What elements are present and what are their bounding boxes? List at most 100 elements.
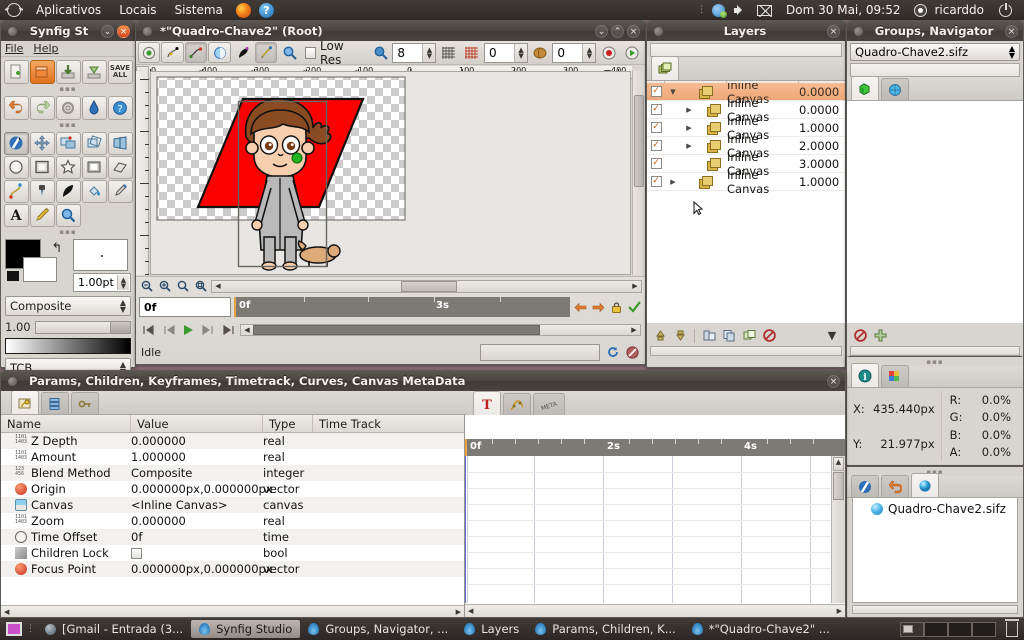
raw-preview-button[interactable] — [161, 42, 184, 63]
timebar-scrollbar[interactable]: ◀ ▶ — [240, 324, 641, 336]
user-avatar-icon[interactable] — [914, 3, 928, 17]
table-row[interactable]: Focus Point 0.000000px,0.000000px vector — [1, 561, 464, 577]
power-icon[interactable] — [999, 2, 1012, 17]
zoom-out-icon[interactable] — [139, 279, 154, 294]
low-res-toggle[interactable]: Low Res — [302, 39, 368, 67]
sketch-tool[interactable] — [29, 203, 55, 227]
lock-keyframe-icon[interactable] — [609, 300, 624, 315]
timebar[interactable]: 0f 3s — [234, 297, 570, 317]
taskbar-item-canvas[interactable]: *"Quadro-Chave2" ... — [684, 620, 838, 638]
seek-end-icon[interactable] — [220, 323, 236, 338]
scrollbar-thumb[interactable] — [253, 325, 541, 335]
table-row[interactable]: 1101 1403 Zoom 0.000000 real — [1, 513, 464, 529]
tab-info[interactable]: i — [851, 363, 879, 387]
zoom-canvas-icon[interactable] — [278, 42, 300, 63]
workspace-4[interactable] — [972, 621, 996, 637]
help-button[interactable]: ? — [107, 95, 133, 120]
expander-icon[interactable]: ▶ — [665, 178, 681, 186]
opacity-slider[interactable]: 1.00 — [5, 320, 131, 334]
copy-layer-icon[interactable] — [721, 328, 737, 343]
table-row[interactable]: 123 456 Blend Method Composite integer — [1, 465, 464, 481]
redo-button[interactable] — [29, 95, 55, 120]
list-item[interactable]: Quadro-Chave2.sifz — [857, 502, 1013, 516]
groups-hscrollbar[interactable] — [850, 346, 1020, 356]
onion-skin-icon[interactable] — [529, 42, 551, 63]
layer-enabled-checkbox[interactable]: ✓ — [650, 176, 662, 187]
fill-tool[interactable] — [81, 179, 107, 203]
table-row[interactable]: ✓ ▶ Inline Canvas 1.0000 — [647, 168, 845, 196]
volume-icon[interactable] — [734, 4, 747, 17]
taskbar-item-gmail[interactable]: [Gmail - Entrada (3... — [37, 620, 191, 638]
groups-titlebar[interactable]: Groups, Navigator × — [847, 21, 1023, 41]
tools-handle[interactable]: ▪▪▪ — [1, 120, 135, 129]
toolbox-handle[interactable]: ▪▪▪ — [1, 84, 135, 93]
past-keyframes-stepper[interactable]: ▲ ▼ — [514, 43, 528, 62]
children-lock-checkbox[interactable] — [131, 548, 142, 559]
grid-snap-icon[interactable] — [461, 42, 483, 63]
taskbar-item-groups-navigator[interactable]: Groups, Navigator, ... — [300, 620, 456, 638]
workspace-1[interactable] — [900, 621, 924, 637]
help-icon[interactable]: ? — [258, 2, 274, 18]
browser-hscrollbar[interactable] — [852, 605, 1018, 614]
file-selector[interactable]: Quadro-Chave2.sifz ▲ ▼ — [850, 43, 1020, 61]
zoom-tool[interactable] — [55, 203, 81, 227]
current-time-field[interactable]: 0f — [139, 297, 231, 317]
scale-tool[interactable] — [55, 131, 81, 155]
window-menu-icon[interactable] — [8, 26, 17, 36]
next-keyframe-icon[interactable] — [591, 300, 606, 315]
menu-system[interactable]: Sistema — [166, 0, 232, 20]
toolbox-titlebar[interactable]: Synfig St ⌄ × — [1, 21, 135, 41]
expander-icon[interactable]: ▶ — [681, 142, 697, 150]
mirror-tool[interactable] — [107, 131, 133, 155]
grid-show-icon[interactable] — [437, 42, 459, 63]
table-row[interactable]: Canvas <Inline Canvas> canvas — [1, 497, 464, 513]
taskbar-item-synfig-studio[interactable]: Synfig Studio — [191, 620, 301, 638]
mail-icon[interactable] — [757, 4, 774, 17]
about-button[interactable] — [81, 95, 107, 120]
minimize-button[interactable]: ⌄ — [595, 24, 608, 38]
tab-curves[interactable] — [503, 393, 531, 415]
params-titlebar[interactable]: Params, Children, Keyframes, Timetrack, … — [1, 371, 845, 391]
prev-keyframe-icon[interactable] — [573, 300, 588, 315]
stop-icon[interactable] — [625, 345, 640, 360]
network-icon[interactable] — [712, 3, 728, 18]
close-button[interactable]: × — [1005, 24, 1018, 38]
table-row[interactable]: Children Lock bool — [1, 545, 464, 561]
layers-list[interactable]: ✓ ▼ Inline Canvas 0.0000 ✓ ▶ Inline Canv… — [647, 83, 845, 323]
clock[interactable]: Dom 30 Mai, 09:52 — [777, 0, 909, 20]
rectangle-tool[interactable] — [29, 155, 55, 179]
seek-begin-icon[interactable] — [140, 323, 156, 338]
keyframe-ok-icon[interactable] — [627, 300, 642, 315]
zoom-in-icon[interactable] — [157, 279, 172, 294]
save-document-button[interactable] — [55, 59, 81, 84]
params-hscrollbar[interactable]: ◀ ▶ — [1, 605, 464, 617]
gradient-tool[interactable] — [81, 155, 107, 179]
taskbar-item-layers[interactable]: Layers — [456, 620, 527, 638]
play-icon[interactable] — [180, 323, 196, 338]
onion-skin-edit-button[interactable] — [255, 42, 278, 63]
low-res-checkbox[interactable] — [304, 46, 316, 59]
menu-help[interactable]: Help — [33, 42, 58, 55]
menu-places[interactable]: Locais — [110, 0, 165, 20]
seek-prev-frame-icon[interactable] — [160, 323, 176, 338]
tab-children[interactable] — [41, 392, 69, 414]
zoom-100-icon[interactable] — [193, 279, 208, 294]
canvas-vertical-scrollbar[interactable] — [632, 71, 645, 275]
taskbar-item-params[interactable]: Params, Children, K... — [527, 620, 683, 638]
table-row[interactable]: 1101 1403 Z Depth 0.000000 real — [1, 433, 464, 449]
tab-params[interactable] — [11, 390, 39, 414]
eyedrop-tool[interactable] — [107, 179, 133, 203]
tab-layers[interactable] — [651, 56, 679, 80]
duplicate-layer-icon[interactable] — [741, 328, 757, 343]
menu-file[interactable]: File — [5, 42, 23, 55]
circle-tool[interactable] — [3, 155, 29, 179]
transform-tool[interactable] — [3, 131, 29, 155]
canvas-browser-list[interactable]: Quadro-Chave2.sifz — [852, 497, 1018, 603]
gradient-preview[interactable] — [5, 338, 131, 354]
seek-next-frame-icon[interactable] — [200, 323, 216, 338]
save-all-button[interactable]: SAVE ALL — [107, 59, 133, 84]
spline-tool[interactable] — [3, 179, 29, 203]
groups-list[interactable] — [847, 101, 1023, 323]
layers-menu-icon[interactable]: ▼ — [824, 328, 840, 343]
increase-resolution-icon[interactable] — [369, 42, 391, 63]
